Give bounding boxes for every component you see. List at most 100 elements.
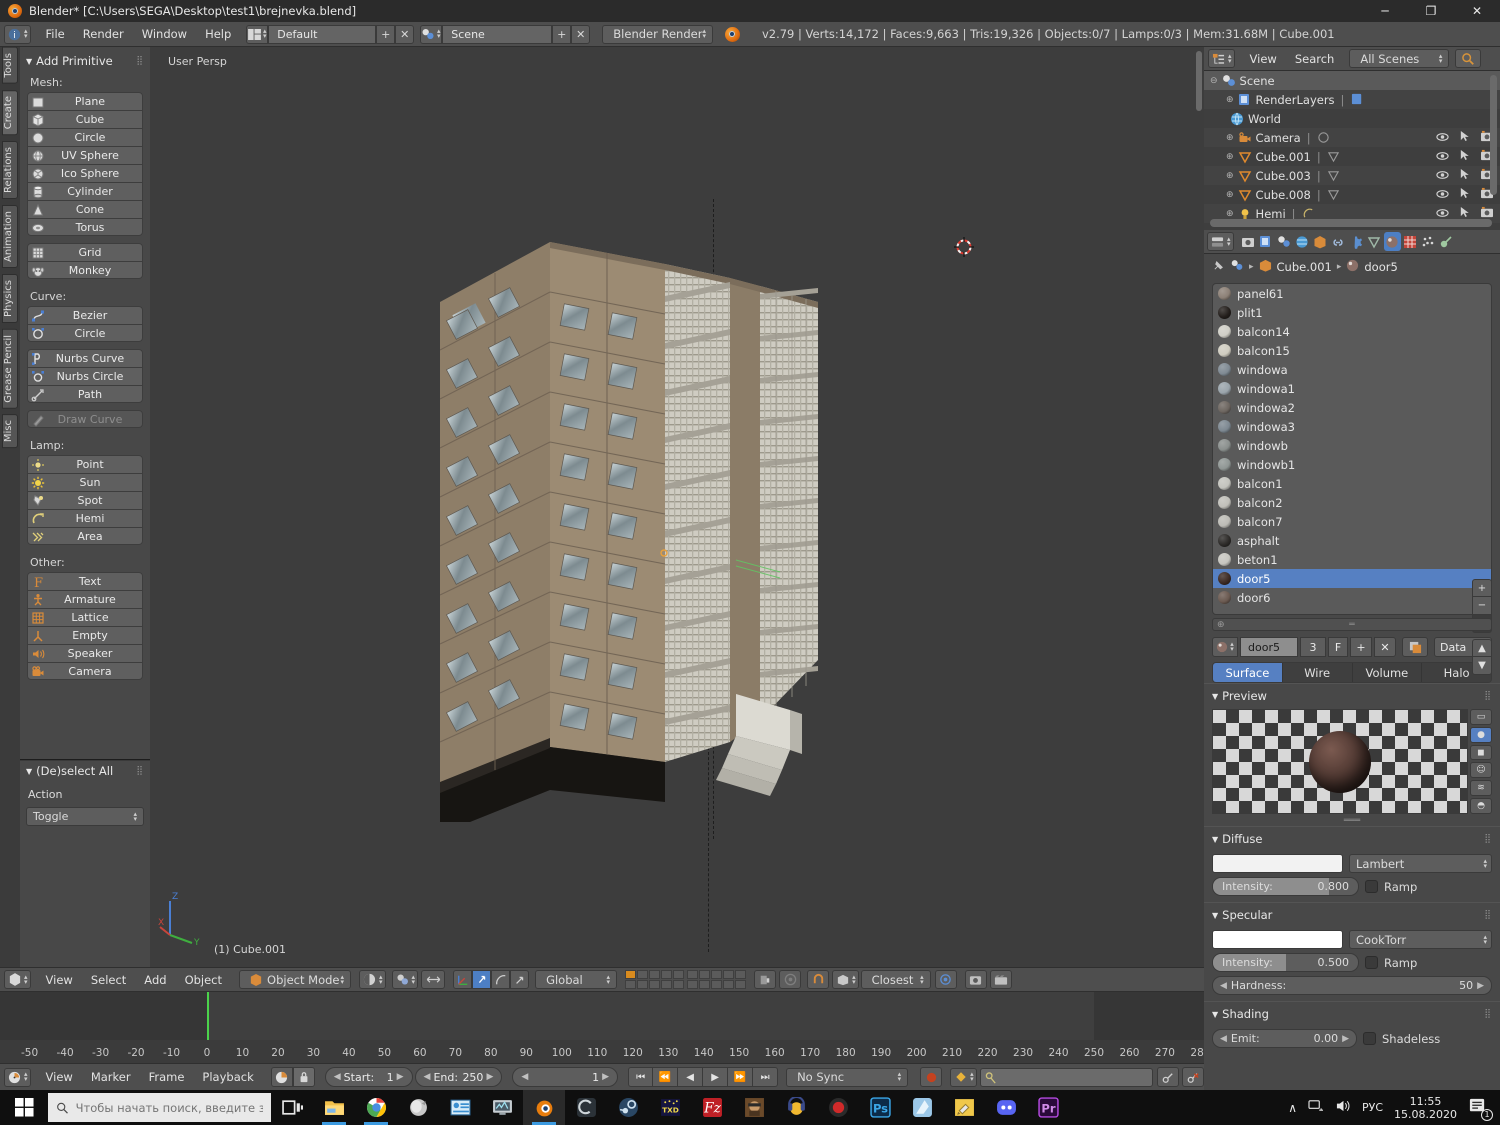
timeline-menu-marker[interactable]: Marker (82, 1068, 140, 1086)
material-slot-windowa1[interactable]: windowa1 (1213, 379, 1491, 398)
jump-to-end-button[interactable]: ⏭ (753, 1067, 779, 1087)
screen-layout-icon[interactable]: ▴ ▾ (246, 24, 269, 44)
datablock-icon[interactable] (1327, 169, 1341, 183)
diffuse-shader-spinner[interactable]: ▴ ▾ (1483, 857, 1487, 869)
auto-keyframe-button[interactable] (920, 1067, 943, 1087)
material-slot-asphalt[interactable]: asphalt (1213, 531, 1491, 550)
preview-sphere-button[interactable]: ● (1470, 726, 1492, 743)
expand-toggle-icon[interactable]: ⊕ (1226, 95, 1234, 105)
current-frame-field[interactable]: ◀ 1 ▶ (512, 1067, 619, 1087)
datablock-icon[interactable] (1327, 150, 1341, 164)
insert-keyframe-button[interactable] (1157, 1067, 1179, 1087)
material-list-resize-grip[interactable]: ═ ⊕ (1212, 618, 1492, 631)
specular-color-swatch[interactable] (1212, 930, 1343, 949)
scene-layers-widget[interactable] (625, 970, 747, 989)
layer-cell[interactable] (735, 970, 747, 979)
jump-to-prev-keyframe-button[interactable]: ⏪ (653, 1067, 679, 1087)
jump-to-start-button[interactable]: ⏮ (628, 1067, 654, 1087)
taskbar-bandicam-icon[interactable] (901, 1090, 943, 1125)
object-tab[interactable] (1312, 232, 1329, 251)
add-sun-button[interactable]: Sun (27, 473, 143, 491)
preview-section-header[interactable]: ▼ Preview ⣿ (1204, 683, 1500, 707)
frame-end-field[interactable]: ◀ End: 250 ▶ (414, 1067, 503, 1087)
restrict-select-icon[interactable] (1459, 168, 1470, 183)
toolshelf-tab-tools[interactable]: Tools (2, 47, 18, 84)
layer-cell[interactable] (699, 980, 711, 989)
snap-target-spinner[interactable]: ▴ ▾ (920, 973, 924, 985)
viewport-shading-selector[interactable]: ▴ ▾ (359, 970, 386, 989)
lock-time-button[interactable] (292, 1067, 315, 1087)
physics-tab[interactable] (1438, 232, 1455, 251)
decrement-arrow-icon[interactable]: ◀ (334, 1072, 341, 1082)
expand-toggle-icon[interactable]: ⊕ (1226, 152, 1234, 162)
translate-manipulator-button[interactable] (472, 970, 492, 989)
play-reverse-button[interactable]: ◀ (678, 1067, 704, 1087)
outliner-vertical-scrollbar[interactable] (1490, 75, 1497, 195)
add-empty-button[interactable]: Empty (27, 626, 143, 644)
diffuse-section-header[interactable]: ▼ Diffuse ⣿ (1204, 826, 1500, 850)
menu-window[interactable]: Window (133, 25, 196, 43)
taskbar-game-icon[interactable] (733, 1090, 775, 1125)
scale-manipulator-button[interactable] (510, 970, 530, 989)
layer-cell[interactable] (723, 980, 735, 989)
add-speaker-button[interactable]: Speaker (27, 644, 143, 662)
emit-field[interactable]: ◀ Emit: 0.00 ▶ (1212, 1029, 1357, 1048)
editor-type-selector[interactable]: i ▴ ▾ (4, 24, 31, 44)
keying-set-spinner[interactable]: ▴ ▾ (970, 1071, 974, 1083)
material-slot-plit1[interactable]: plit1 (1213, 303, 1491, 322)
timeline-type-spinner[interactable]: ▴ ▾ (24, 1071, 28, 1083)
datablock-icon[interactable] (1317, 131, 1331, 145)
material-slot-balcon1[interactable]: balcon1 (1213, 474, 1491, 493)
timeline-playhead[interactable] (207, 992, 209, 1040)
material-slot-balcon2[interactable]: balcon2 (1213, 493, 1491, 512)
layer-block-1[interactable] (625, 970, 685, 989)
taskbar-cinema4d-icon[interactable] (565, 1090, 607, 1125)
datablock-icon[interactable] (1327, 188, 1341, 202)
screen-layout-spinner[interactable]: ▴ ▾ (263, 28, 267, 40)
pin-id-icon[interactable] (1212, 259, 1226, 275)
viewport-menu-add[interactable]: Add (135, 971, 175, 989)
add-circle-button[interactable]: Circle (27, 324, 143, 342)
layer-block-2[interactable] (687, 970, 747, 989)
outliner-menu-view[interactable]: View (1241, 50, 1286, 68)
breadcrumb-material-name[interactable]: door5 (1364, 260, 1397, 274)
orientation-spinner[interactable]: ▴ ▾ (607, 973, 611, 985)
restrict-select-icon[interactable] (1459, 130, 1470, 145)
outliner-editor-type-selector[interactable]: ▴ ▾ (1208, 49, 1235, 68)
menu-help[interactable]: Help (196, 25, 240, 43)
increment-arrow-icon[interactable]: ▶ (1342, 1034, 1349, 1044)
scene-field[interactable]: Scene (442, 24, 553, 44)
layer-cell[interactable] (661, 980, 673, 989)
specular-section-header[interactable]: ▼ Specular ⣿ (1204, 902, 1500, 926)
delete-screen-layout-button[interactable]: ✕ (395, 24, 415, 44)
viewport-scrollbar[interactable] (1196, 51, 1202, 111)
add-spot-button[interactable]: Spot (27, 491, 143, 509)
taskbar-system-monitor-icon[interactable] (481, 1090, 523, 1125)
keying-set-type-selector[interactable]: ▴ ▾ (950, 1067, 977, 1087)
taskbar-blender-icon[interactable] (523, 1090, 565, 1125)
layer-cell[interactable] (637, 980, 649, 989)
material-slot-windowa[interactable]: windowa (1213, 360, 1491, 379)
editor-type-spinner[interactable]: ▴ ▾ (24, 28, 28, 40)
decrement-arrow-icon[interactable]: ◀ (424, 1072, 431, 1082)
constraints-tab[interactable] (1330, 232, 1347, 251)
expand-list-icon[interactable]: ⊕ (1217, 620, 1225, 630)
add-camera-button[interactable]: Camera (27, 662, 143, 680)
layer-cell[interactable] (687, 980, 699, 989)
clock[interactable]: 11:55 15.08.2020 (1394, 1095, 1457, 1121)
pivot-spinner[interactable]: ▴ ▾ (412, 973, 416, 985)
material-slot-door5[interactable]: door5 (1213, 569, 1491, 588)
taskbar-steam-icon[interactable] (607, 1090, 649, 1125)
layer-cell[interactable] (625, 970, 637, 979)
diffuse-shader-selector[interactable]: Lambert ▴ ▾ (1349, 854, 1492, 873)
show-hidden-icons-chevron[interactable]: ∧ (1288, 1101, 1297, 1115)
specular-hardness-field[interactable]: ◀ Hardness: 50 ▶ (1212, 976, 1492, 995)
viewport-menu-view[interactable]: View (37, 971, 82, 989)
layer-cell[interactable] (673, 980, 685, 989)
toolshelf-tab-misc[interactable]: Misc (2, 414, 18, 449)
move-slot-down-button[interactable]: ▼ (1472, 657, 1492, 675)
snap-magnet-button[interactable] (807, 970, 830, 989)
outliner-horizontal-scrollbar[interactable] (1210, 219, 1492, 227)
menu-render[interactable]: Render (74, 25, 133, 43)
restrict-view-icon[interactable] (1436, 131, 1449, 145)
